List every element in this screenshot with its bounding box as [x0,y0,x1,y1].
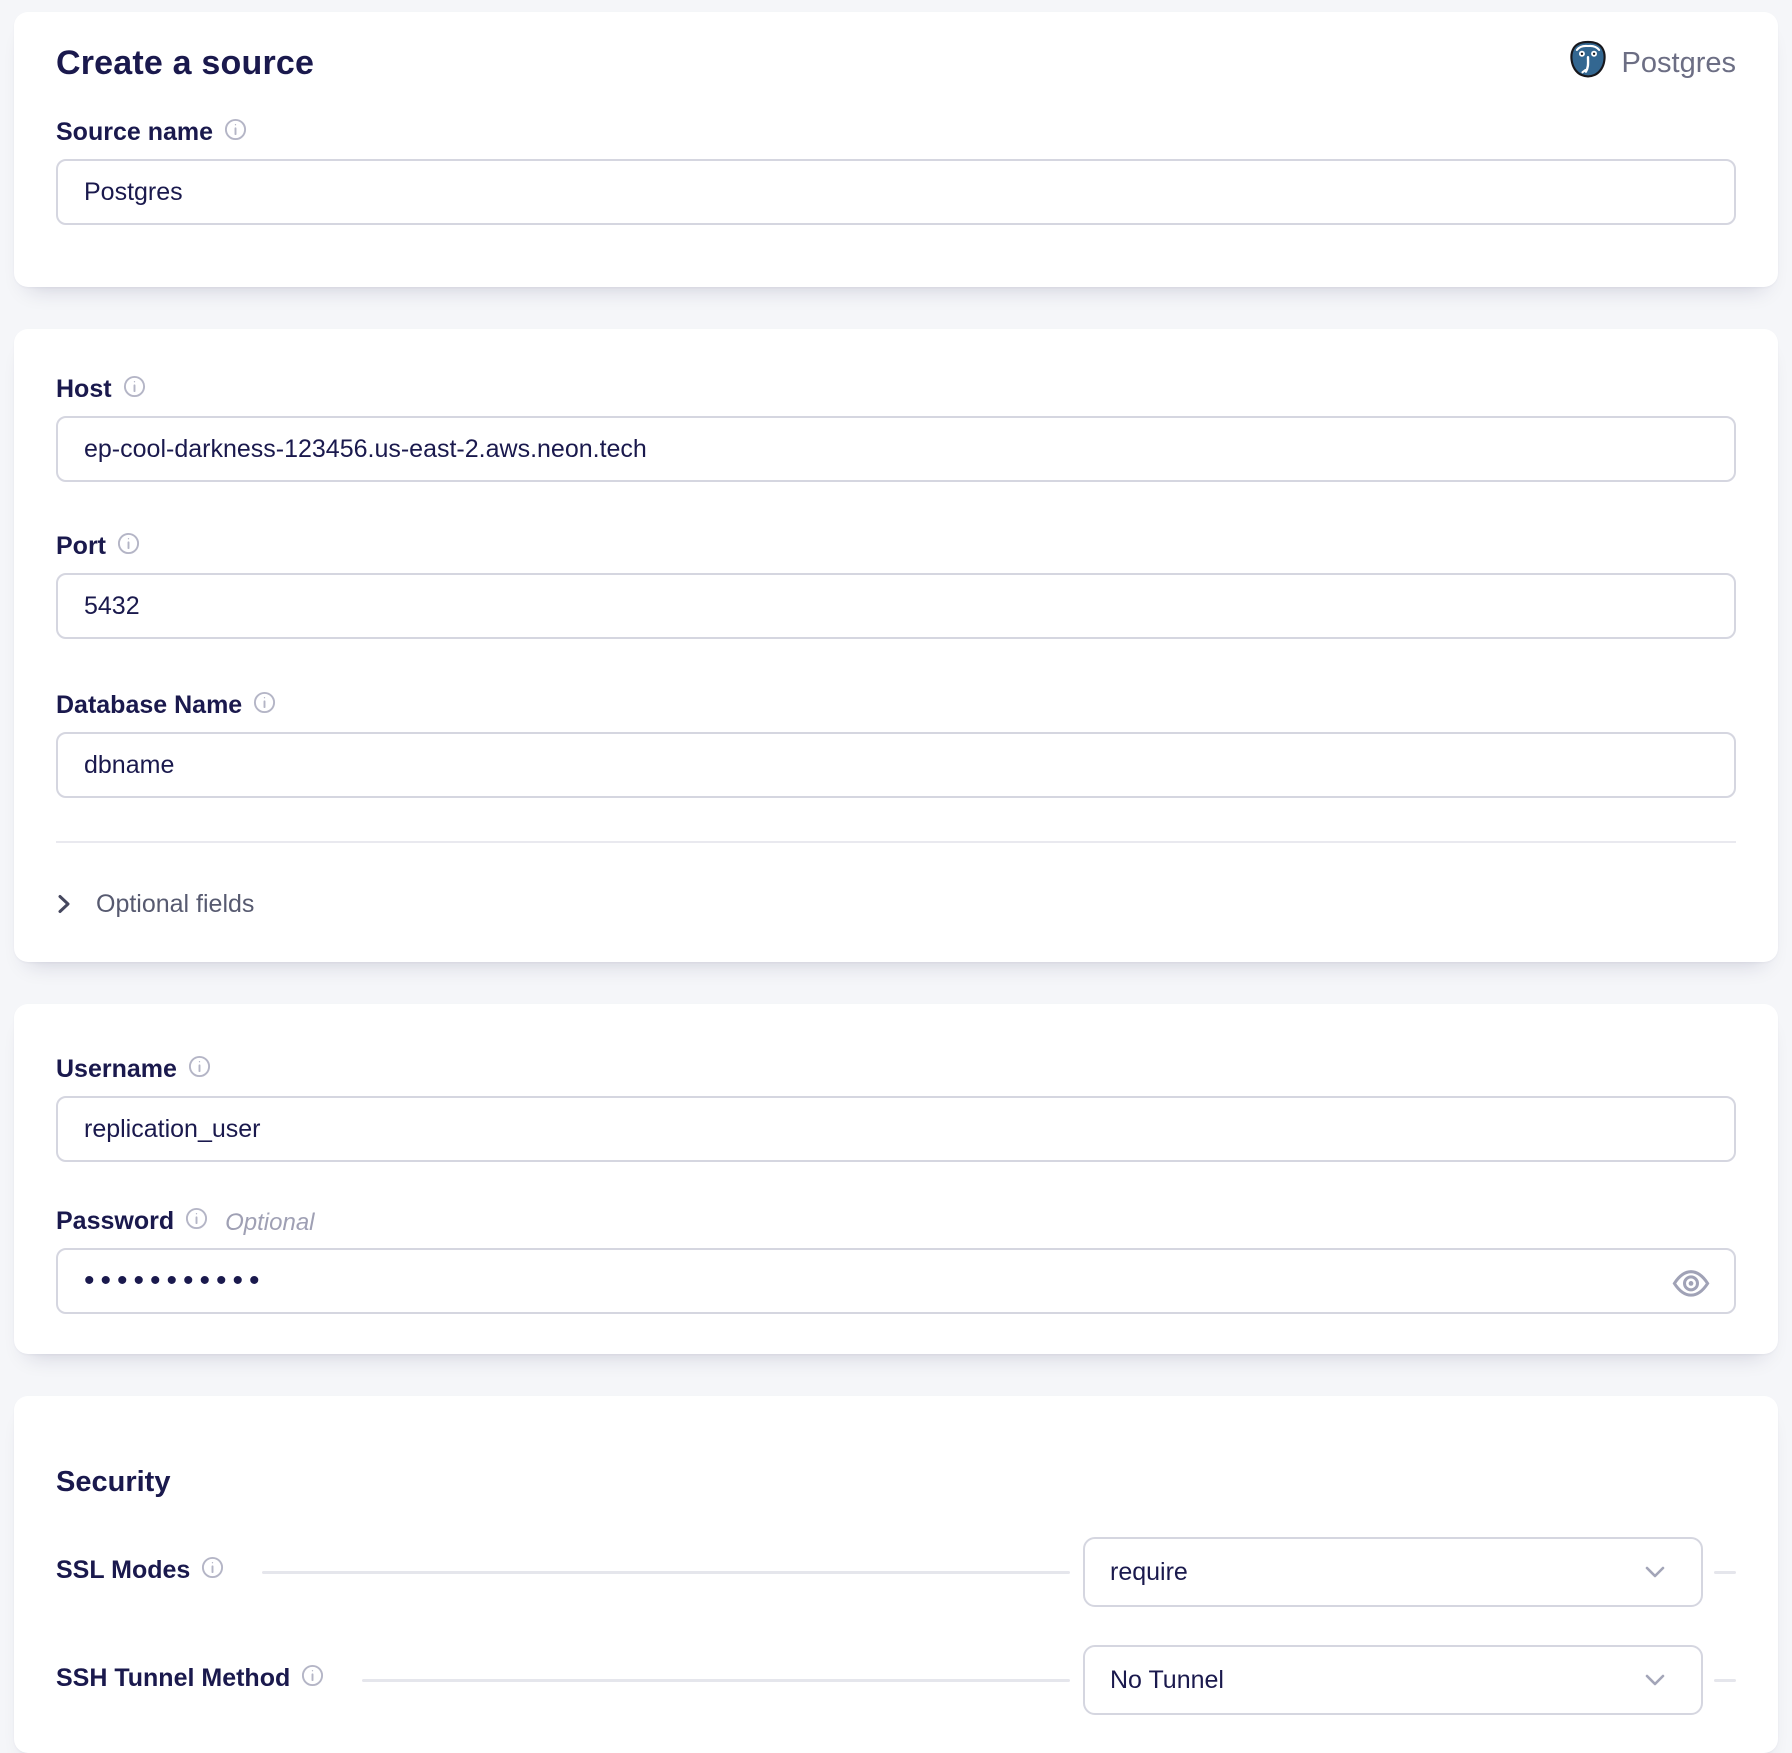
ssh-tunnel-row: SSH Tunnel Method No Tunnel [56,1645,1736,1715]
username-label: Username [56,1054,177,1084]
password-field: Password Optional [56,1206,1736,1314]
connector-line [1714,1571,1736,1574]
credentials-card: Username Password Optional [14,1004,1778,1354]
optional-fields-toggle[interactable]: Optional fields [56,889,1736,919]
port-field: Port [56,531,1736,639]
ssh-tunnel-method-value: No Tunnel [1110,1666,1224,1695]
source-name-input[interactable] [56,159,1736,225]
ssl-modes-select[interactable]: require [1083,1537,1703,1607]
info-icon[interactable] [224,118,247,152]
connector-line [1714,1679,1736,1682]
connection-card: Host Port Database Name [14,329,1778,962]
host-label: Host [56,374,112,404]
password-label: Password [56,1206,174,1236]
divider [56,841,1736,843]
optional-fields-label: Optional fields [96,890,254,919]
chevron-down-icon [1641,1563,1669,1581]
ssh-tunnel-method-label: SSH Tunnel Method [56,1663,290,1693]
password-input[interactable] [56,1248,1736,1314]
optional-tag: Optional [225,1208,314,1238]
info-icon[interactable] [201,1556,224,1590]
postgres-elephant-icon [1569,40,1607,86]
connector-line [362,1679,1070,1682]
host-input[interactable] [56,416,1736,482]
ssl-modes-label: SSL Modes [56,1555,190,1585]
connector-name: Postgres [1622,47,1736,80]
port-input[interactable] [56,573,1736,639]
username-field: Username [56,1054,1736,1162]
database-name-input[interactable] [56,732,1736,798]
host-field: Host [56,374,1736,482]
info-icon[interactable] [253,691,276,725]
page-title: Create a source [56,44,314,83]
eye-icon[interactable] [1672,1268,1710,1298]
security-card: Security SSL Modes require SSH Tunnel Me… [14,1396,1778,1753]
port-label: Port [56,531,106,561]
connector-line [262,1571,1070,1574]
card-header: Create a source Postgres [56,42,1736,84]
source-name-label: Source name [56,117,213,147]
ssh-tunnel-method-select[interactable]: No Tunnel [1083,1645,1703,1715]
info-icon[interactable] [123,375,146,409]
connector-badge: Postgres [1569,40,1736,86]
chevron-down-icon [1641,1671,1669,1689]
ssl-modes-value: require [1110,1558,1188,1587]
ssl-modes-row: SSL Modes require [56,1537,1736,1607]
database-name-field: Database Name [56,690,1736,798]
chevron-right-icon [56,891,72,917]
database-name-label: Database Name [56,690,242,720]
info-icon[interactable] [188,1055,211,1089]
create-source-card: Create a source Postgres Source nam [14,12,1778,287]
info-icon[interactable] [185,1207,208,1241]
info-icon[interactable] [117,532,140,566]
security-title: Security [56,1467,1736,1497]
source-name-field: Source name [56,117,1736,225]
username-input[interactable] [56,1096,1736,1162]
info-icon[interactable] [301,1664,324,1698]
